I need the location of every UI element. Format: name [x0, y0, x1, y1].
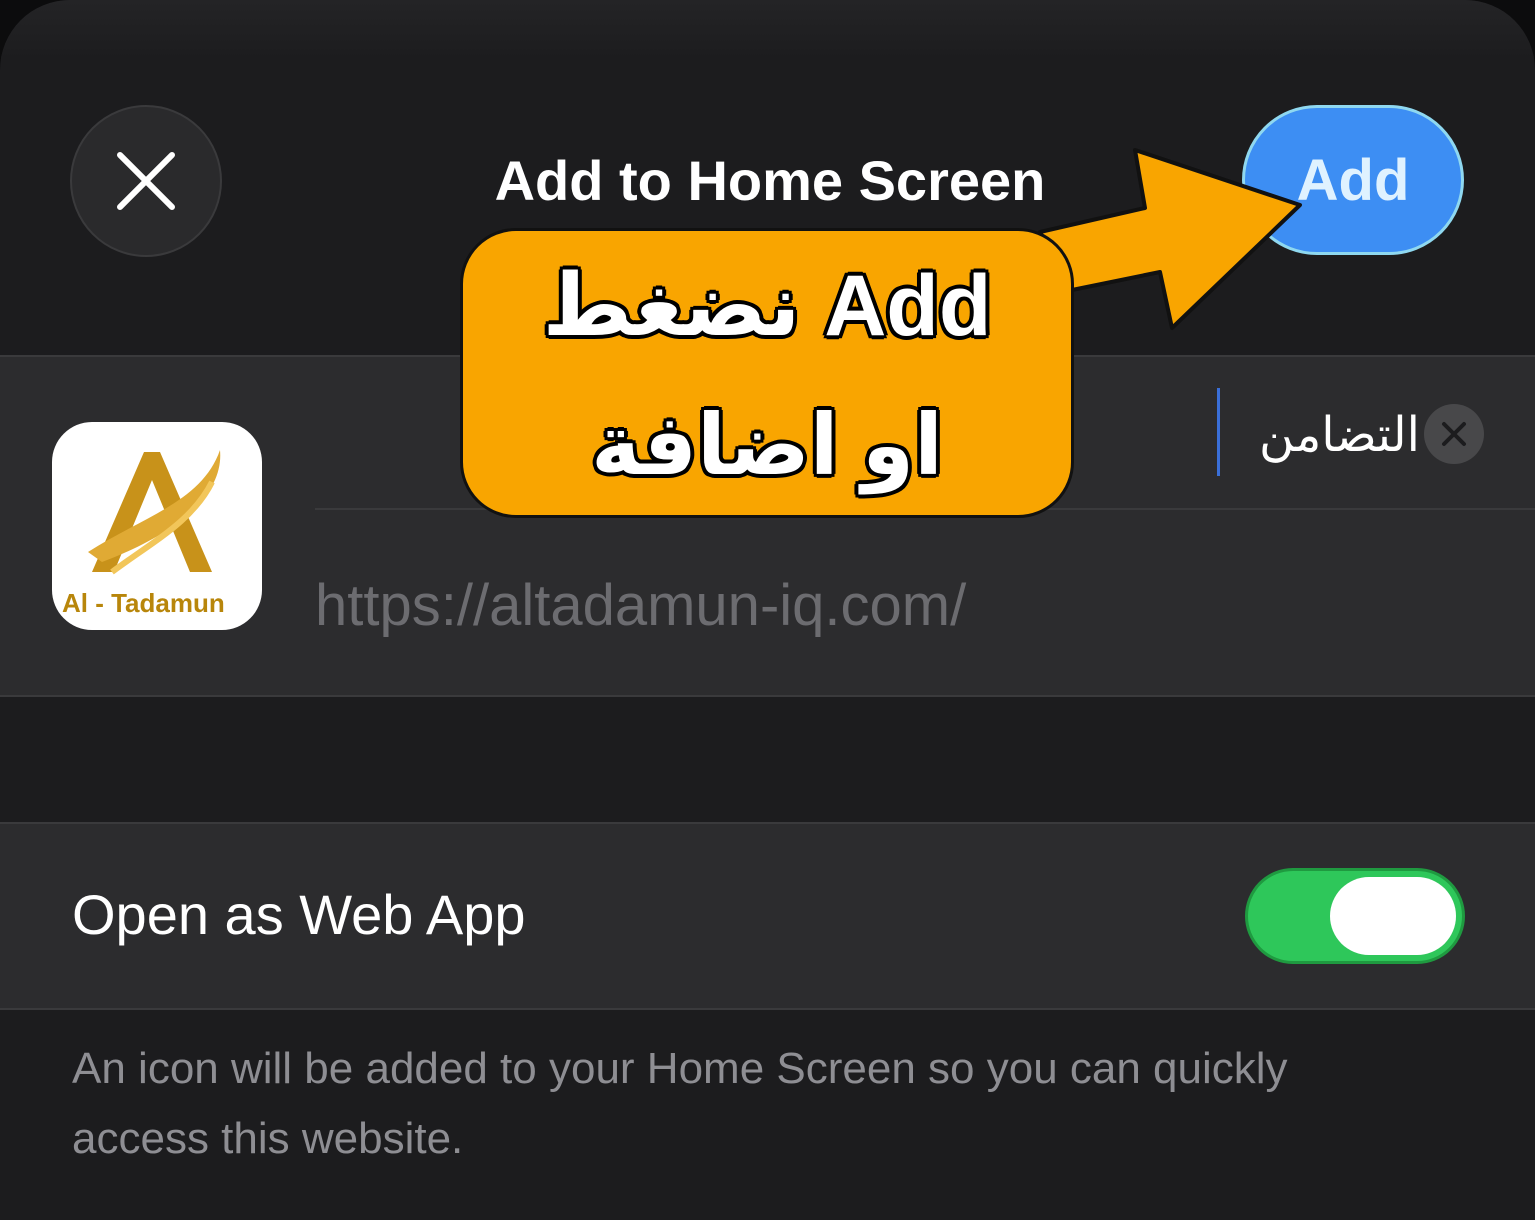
close-button[interactable]: [70, 105, 222, 257]
clear-x-icon: [1442, 422, 1466, 446]
sheet-top-edge: [0, 0, 1535, 60]
app-icon: Al - Tadamun: [52, 422, 262, 630]
name-field[interactable]: التضامن: [1210, 395, 1420, 475]
clear-text-button[interactable]: [1424, 404, 1484, 464]
tadamun-logo-icon: [88, 450, 221, 575]
open-as-web-app-label: Open as Web App: [72, 883, 526, 946]
url-text: https://altadamun-iq.com/: [315, 573, 967, 638]
web-app-toggle[interactable]: [1245, 868, 1465, 964]
close-icon: [117, 152, 175, 210]
footer-note: An icon will be added to your Home Scree…: [72, 1044, 1288, 1163]
app-icon-label: Al - Tadamun: [62, 588, 225, 618]
annotation-callout: نضغط Add او اضافة: [460, 228, 1074, 518]
add-button[interactable]: Add: [1242, 105, 1464, 255]
add-to-home-sheet: Add to Home Screen Add Al - Tadamun التض…: [0, 0, 1535, 1220]
name-field-value: التضامن: [1259, 409, 1420, 462]
annotation-line2: او اضافة: [591, 398, 943, 492]
page-title: Add to Home Screen: [494, 149, 1046, 212]
toggle-knob: [1330, 877, 1456, 955]
annotation-line1: نضغط Add: [542, 258, 992, 354]
